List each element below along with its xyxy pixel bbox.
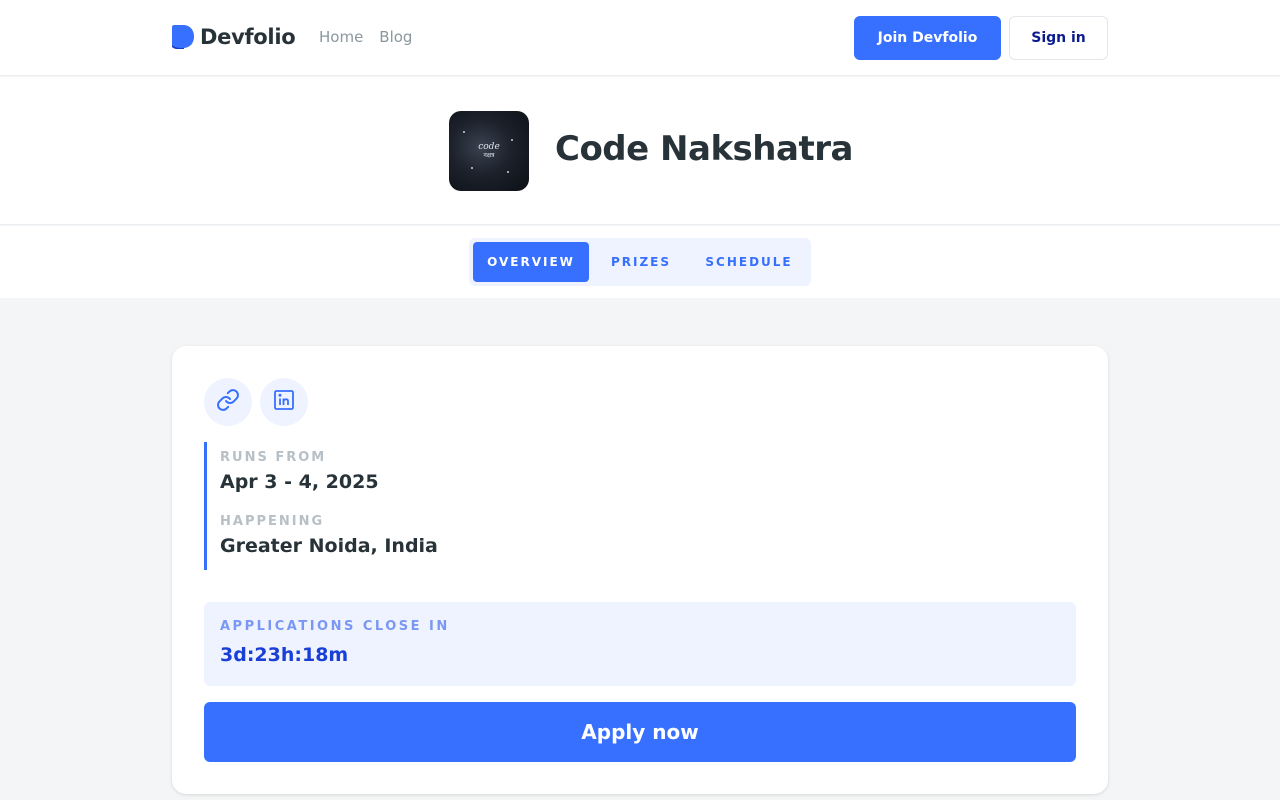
logo-star-decoration — [463, 131, 465, 133]
runs-from-label: RUNS FROM — [220, 450, 327, 465]
tabs-band: OVERVIEW PRIZES SCHEDULE — [0, 226, 1280, 298]
website-link-button[interactable] — [204, 378, 252, 426]
linkedin-link-button[interactable] — [260, 378, 308, 426]
sign-in-button[interactable]: Sign in — [1009, 16, 1108, 60]
devfolio-logo-icon — [171, 25, 194, 50]
happening-label: HAPPENING — [220, 514, 325, 529]
tab-prizes[interactable]: PRIZES — [595, 242, 687, 282]
top-nav-bar: Devfolio Home Blog Join Devfolio Sign in — [0, 0, 1280, 76]
hackathon-logo-text: code — [478, 141, 500, 152]
deadline-label: APPLICATIONS CLOSE IN — [220, 619, 450, 634]
devfolio-brand-text: Devfolio — [200, 25, 296, 49]
section-tabs: OVERVIEW PRIZES SCHEDULE — [469, 238, 811, 286]
hackathon-title: Code Nakshatra — [555, 129, 853, 169]
nav-home-link[interactable]: Home — [319, 28, 363, 46]
deadline-countdown: 3d:23h:18m — [220, 644, 349, 666]
applications-deadline-box: APPLICATIONS CLOSE IN 3d:23h:18m — [204, 602, 1076, 686]
runs-from-value: Apr 3 - 4, 2025 — [220, 471, 379, 493]
hackathon-logo-subtext: नक्षत्र — [483, 151, 495, 159]
logo-star-decoration — [471, 167, 473, 169]
hackathon-hero: code नक्षत्र Code Nakshatra — [0, 77, 1280, 225]
hackathon-logo: code नक्षत्र — [449, 111, 529, 191]
nav-blog-link[interactable]: Blog — [379, 28, 412, 46]
happening-value: Greater Noida, India — [220, 535, 438, 557]
link-icon — [216, 388, 240, 416]
apply-now-button[interactable]: Apply now — [204, 702, 1076, 762]
logo-star-decoration — [507, 171, 509, 173]
devfolio-logo[interactable]: Devfolio — [171, 25, 296, 50]
main-nav: Home Blog — [319, 28, 412, 46]
join-devfolio-button[interactable]: Join Devfolio — [854, 16, 1001, 60]
logo-star-decoration — [511, 139, 513, 141]
tab-overview[interactable]: OVERVIEW — [473, 242, 589, 282]
tab-schedule[interactable]: SCHEDULE — [693, 242, 805, 282]
linkedin-icon — [272, 388, 296, 416]
overview-card: RUNS FROM Apr 3 - 4, 2025 HAPPENING Grea… — [172, 346, 1108, 794]
event-info: RUNS FROM Apr 3 - 4, 2025 HAPPENING Grea… — [204, 442, 604, 570]
